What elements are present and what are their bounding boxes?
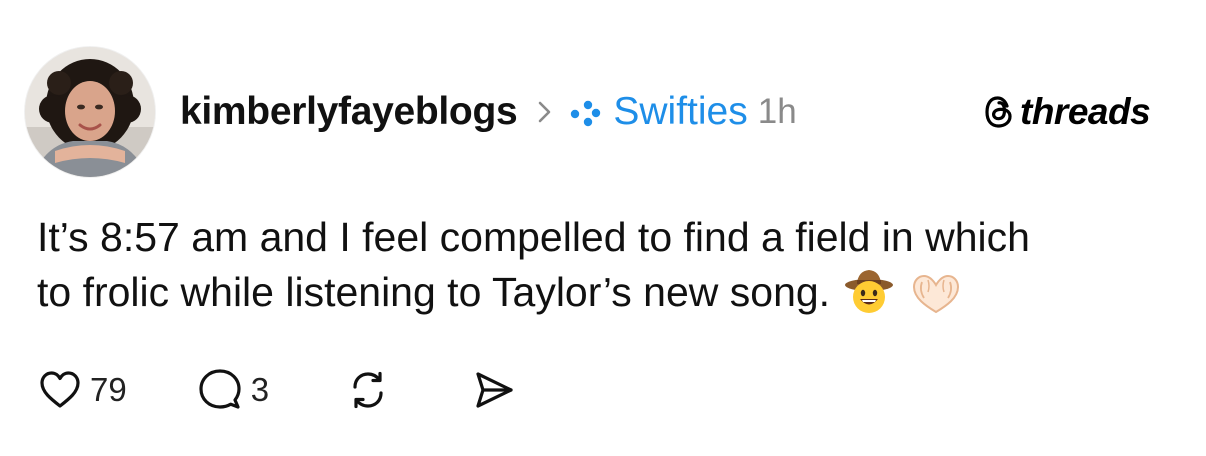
post-body-line-2-text: to frolic while listening to Taylor’s ne…	[37, 269, 831, 315]
repost-icon	[345, 367, 391, 413]
like-count: 79	[90, 371, 127, 408]
heart-hands-emoji	[908, 272, 964, 330]
avatar[interactable]	[25, 47, 155, 177]
threads-post: kimberlyfayeblogs Swifties 1h threads It…	[0, 0, 1206, 456]
repost-button[interactable]	[345, 367, 391, 413]
reply-button[interactable]: 3	[197, 367, 269, 413]
community-dots-icon	[567, 97, 601, 127]
comment-icon	[197, 367, 243, 413]
post-body: It’s 8:57 am and I feel compelled to fin…	[37, 210, 1187, 330]
post-actions: 79 3	[38, 362, 517, 418]
post-time: 1h	[757, 92, 797, 131]
cowboy-face-emoji	[844, 266, 894, 330]
community-name[interactable]: Swifties	[613, 90, 747, 134]
threads-brand: threads	[982, 88, 1151, 136]
threads-logo-icon	[982, 94, 1016, 130]
post-body-line-1: It’s 8:57 am and I feel compelled to fin…	[37, 214, 1030, 260]
username[interactable]: kimberlyfayeblogs	[180, 90, 518, 134]
chevron-right-icon	[537, 99, 553, 125]
threads-wordmark: threads	[1020, 91, 1151, 132]
avatar-image	[25, 47, 155, 177]
like-button[interactable]: 79	[38, 369, 127, 411]
post-body-line-2: to frolic while listening to Taylor’s ne…	[37, 265, 1187, 330]
heart-icon	[38, 369, 82, 411]
post-header: kimberlyfayeblogs Swifties 1h	[180, 84, 797, 140]
reply-count: 3	[250, 371, 270, 408]
share-button[interactable]	[471, 367, 517, 413]
send-icon	[471, 367, 517, 413]
